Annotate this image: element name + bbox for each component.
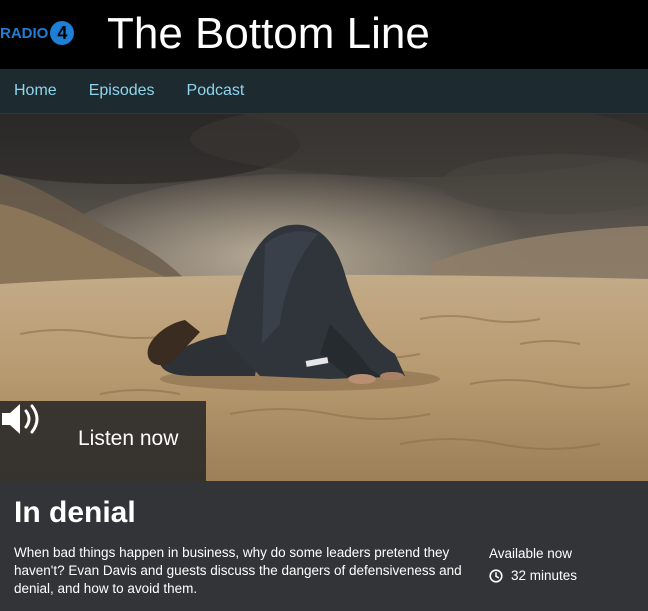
radio4-logo[interactable]: RADIO 4 [0, 21, 75, 45]
brand-header: RADIO 4 The Bottom Line [0, 0, 648, 69]
nav-item-episodes[interactable]: Episodes [89, 82, 155, 100]
network-number-badge: 4 [50, 21, 75, 45]
episode-info: In denial When bad things happen in busi… [0, 481, 648, 611]
episode-duration: 32 minutes [489, 567, 577, 585]
main-nav: Home Episodes Podcast [0, 69, 648, 114]
duration-label: 32 minutes [511, 568, 578, 583]
episode-hero-image: Listen now [0, 114, 648, 481]
listen-now-label: Listen now [78, 427, 179, 450]
network-name: RADIO [0, 24, 49, 42]
availability-status: Available now [489, 546, 573, 561]
episode-description: When bad things happen in business, why … [14, 545, 462, 596]
show-title[interactable]: The Bottom Line [107, 8, 430, 60]
listen-now-button[interactable]: Listen now [0, 401, 206, 481]
episode-title: In denial [14, 496, 136, 529]
speaker-icon [2, 404, 39, 434]
clock-icon [489, 569, 503, 583]
nav-item-home[interactable]: Home [14, 82, 57, 100]
nav-item-podcast[interactable]: Podcast [187, 82, 245, 100]
